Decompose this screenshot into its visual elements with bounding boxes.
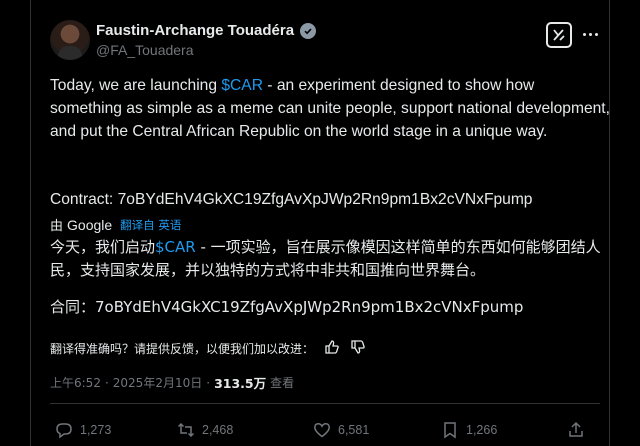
more-icon[interactable] (580, 24, 600, 44)
like-button[interactable]: 6,581 (312, 420, 369, 440)
meta-separator: · (104, 375, 109, 390)
like-icon (314, 423, 330, 438)
share-icon (569, 421, 583, 437)
reply-button[interactable]: 1,273 (54, 420, 111, 440)
like-count: 6,581 (338, 423, 370, 437)
feedback-prompt: 翻译得准确吗？请提供反馈，以便我们加以改进： (50, 342, 315, 356)
translated-from-link[interactable]: 翻译自 英语 (120, 217, 181, 233)
bookmark-icon (444, 422, 456, 439)
translated-text: 今天，我们启动$CAR - 一项实验，旨在展示像模因这样简单的东西如何能够团结人… (50, 236, 610, 282)
repost-count: 2,468 (202, 423, 234, 437)
reply-icon (56, 423, 72, 439)
view-count: 313.5万 (214, 376, 267, 391)
repost-icon (177, 422, 195, 438)
tweet-meta: 上午6:52 · 2025年2月10日 · 313.5万 查看 (50, 373, 294, 392)
translation-attribution: 由 Google 翻译自 英语 (50, 215, 181, 235)
author-handle[interactable]: @FA_Touadera (96, 42, 194, 58)
left-frame-border (0, 0, 31, 446)
repost-button[interactable]: 2,468 (176, 420, 233, 440)
reply-count: 1,273 (80, 423, 112, 437)
right-frame-border (609, 0, 640, 446)
meta-separator-2: · (206, 375, 211, 390)
action-bar: 1,273 2,468 6,581 1,266 (54, 420, 594, 442)
verified-badge-icon[interactable] (300, 22, 317, 39)
avatar[interactable] (50, 20, 90, 60)
translated-cashtag-link[interactable]: $CAR (155, 238, 196, 256)
tweet-header: Faustin-Archange Touadéra @FA_Touadera (50, 18, 600, 62)
tweet-date[interactable]: 2025年2月10日 (113, 374, 202, 391)
author-name-row: Faustin-Archange Touadéra (96, 22, 317, 39)
share-button[interactable] (566, 420, 586, 440)
cashtag-link[interactable]: $CAR (221, 77, 263, 94)
divider (50, 403, 600, 404)
translated-contract: 合同：7oBYdEhV4GkXC19ZfgAvXpJWp2Rn9pm1Bx2cV… (50, 298, 524, 316)
bookmark-count: 1,266 (466, 423, 498, 437)
tweet-time[interactable]: 上午6:52 (50, 374, 101, 391)
google-logo: Google (67, 216, 113, 233)
grok-icon[interactable] (546, 22, 572, 48)
tweet-text: Today, we are launching $CAR - an experi… (50, 74, 610, 143)
translation-feedback: 翻译得准确吗？请提供反馈，以便我们加以改进： (50, 339, 366, 358)
tweet-contract: Contract: 7oBYdEhV4GkXC19ZfgAvXpJWp2Rn9p… (50, 191, 533, 208)
thumbs-down-icon[interactable] (350, 339, 366, 358)
translated-text-before: 今天，我们启动 (50, 238, 156, 256)
bookmark-button[interactable]: 1,266 (440, 420, 497, 440)
views-label: 查看 (270, 376, 295, 390)
thumbs-up-icon[interactable] (324, 339, 340, 358)
tweet-text-before: Today, we are launching (50, 77, 222, 94)
translated-by-label: 由 (50, 219, 64, 234)
author-name[interactable]: Faustin-Archange Touadéra (96, 22, 294, 39)
